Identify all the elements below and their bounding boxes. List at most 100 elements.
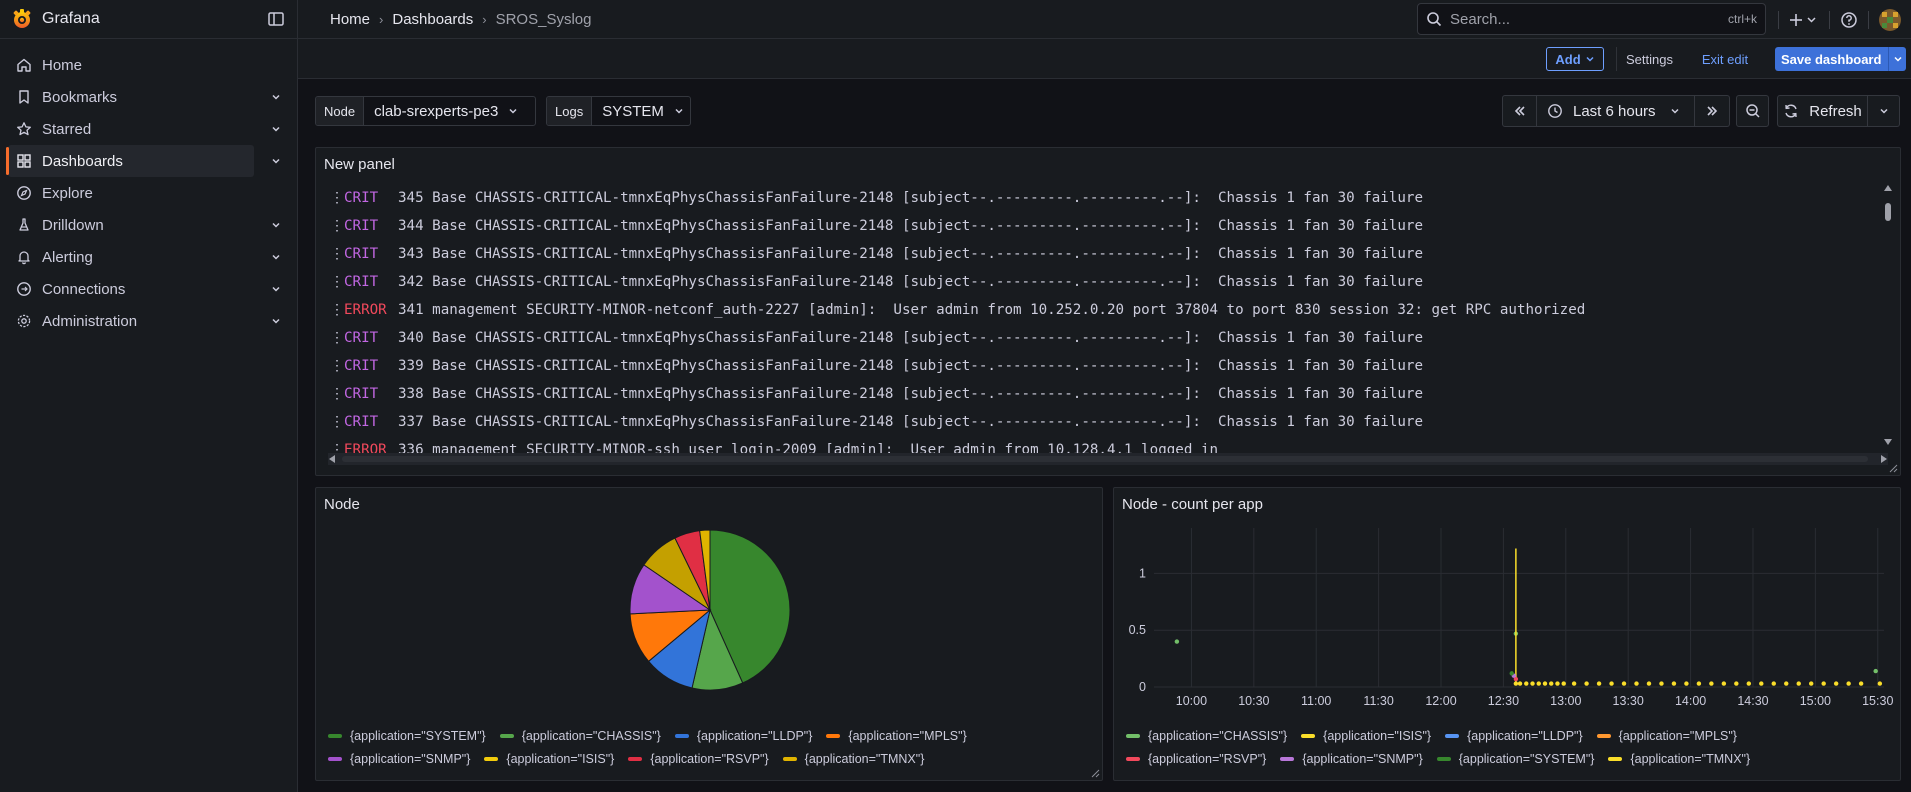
- log-row-menu-icon[interactable]: ⋮: [330, 274, 344, 290]
- avatar[interactable]: [1879, 8, 1901, 31]
- data-point[interactable]: [1646, 681, 1652, 686]
- legend-item[interactable]: {application="ISIS"}: [484, 747, 614, 770]
- chevron-down-icon[interactable]: [270, 123, 282, 135]
- data-point[interactable]: [1542, 681, 1548, 686]
- sidebar-item-bookmarks[interactable]: Bookmarks: [8, 81, 280, 113]
- legend-item[interactable]: {application="RSVP"}: [628, 747, 769, 770]
- save-dashboard-button[interactable]: Save dashboard: [1775, 47, 1906, 71]
- data-point[interactable]: [1561, 681, 1566, 686]
- data-point[interactable]: [1709, 681, 1714, 686]
- data-point[interactable]: [1549, 681, 1554, 686]
- legend-item[interactable]: {application="SYSTEM"}: [1436, 747, 1594, 770]
- data-point[interactable]: [1684, 681, 1689, 686]
- data-point[interactable]: [1517, 681, 1523, 686]
- log-line[interactable]: ⋮ CRIT 337 Base CHASSIS-CRITICAL-tmnxEqPhy…: [330, 408, 1880, 436]
- log-line[interactable]: ⋮ CRIT 338 Base CHASSIS-CRITICAL-tmnxEqPhy…: [330, 380, 1880, 408]
- data-point[interactable]: [1721, 681, 1727, 686]
- log-line[interactable]: ⋮ CRIT 344 Base CHASSIS-CRITICAL-tmnxEqPhy…: [330, 212, 1880, 240]
- data-point[interactable]: [1873, 668, 1878, 674]
- log-line[interactable]: ⋮ CRIT 343 Base CHASSIS-CRITICAL-tmnxEqPhy…: [330, 240, 1880, 268]
- chevron-down-icon[interactable]: [270, 283, 282, 295]
- log-line[interactable]: ⋮ ERROR 341 management SECURITY-MINOR-netc…: [330, 296, 1880, 324]
- data-point[interactable]: [1174, 639, 1180, 644]
- log-row-menu-icon[interactable]: ⋮: [330, 302, 344, 318]
- data-point[interactable]: [1858, 681, 1864, 686]
- data-point[interactable]: [1634, 681, 1639, 686]
- legend-item[interactable]: {application="SNMP"}: [1280, 747, 1423, 770]
- variable-logs-select[interactable]: SYSTEM: [592, 97, 690, 125]
- chevron-down-icon[interactable]: [270, 251, 282, 263]
- data-point[interactable]: [1571, 681, 1577, 686]
- data-point[interactable]: [1796, 681, 1801, 686]
- chevron-down-icon[interactable]: [1888, 47, 1906, 71]
- chevron-down-icon[interactable]: [270, 315, 282, 327]
- log-line[interactable]: ⋮ CRIT 342 Base CHASSIS-CRITICAL-tmnxEqPhy…: [330, 268, 1880, 296]
- zoom-out-button[interactable]: [1736, 95, 1769, 127]
- chevron-down-icon[interactable]: [270, 91, 282, 103]
- sidebar-item-connections[interactable]: Connections: [8, 273, 280, 305]
- variable-node-select[interactable]: clab-srexperts-pe3: [364, 97, 528, 125]
- log-row-menu-icon[interactable]: ⋮: [330, 190, 344, 206]
- legend-item[interactable]: {application="LLDP"}: [1445, 724, 1583, 747]
- legend-item[interactable]: {application="SNMP"}: [328, 747, 470, 770]
- resize-handle-icon[interactable]: [1888, 463, 1898, 473]
- time-shift-forward-button[interactable]: [1695, 95, 1730, 127]
- breadcrumb-home[interactable]: Home: [330, 11, 370, 28]
- data-point[interactable]: [1596, 681, 1602, 686]
- sidebar-item-home[interactable]: Home: [8, 49, 254, 81]
- data-point[interactable]: [1833, 681, 1839, 686]
- log-line[interactable]: ⋮ CRIT 340 Base CHASSIS-CRITICAL-tmnxEqPhy…: [330, 324, 1880, 352]
- data-point[interactable]: [1513, 681, 1519, 686]
- breadcrumb-dashboards[interactable]: Dashboards: [392, 11, 473, 28]
- log-row-menu-icon[interactable]: ⋮: [330, 218, 344, 234]
- legend-item[interactable]: {application="LLDP"}: [674, 724, 812, 747]
- add-button[interactable]: Add: [1546, 47, 1604, 71]
- legend-item[interactable]: {application="TMNX"}: [1608, 747, 1750, 770]
- data-point[interactable]: [1846, 681, 1851, 686]
- data-point[interactable]: [1609, 681, 1614, 686]
- log-line[interactable]: ⋮ CRIT 345 Base CHASSIS-CRITICAL-tmnxEqPhy…: [330, 184, 1880, 212]
- sidebar-item-alerting[interactable]: Alerting: [8, 241, 280, 273]
- log-row-menu-icon[interactable]: ⋮: [330, 246, 344, 262]
- data-point[interactable]: [1659, 681, 1664, 686]
- vertical-scrollbar[interactable]: [1882, 184, 1894, 446]
- legend-item[interactable]: {application="CHASSIS"}: [499, 724, 661, 747]
- log-row-menu-icon[interactable]: ⋮: [330, 358, 344, 374]
- search-input[interactable]: Search... ctrl+k: [1417, 3, 1766, 35]
- data-point[interactable]: [1809, 681, 1814, 686]
- refresh-button[interactable]: Refresh: [1777, 95, 1868, 127]
- data-point[interactable]: [1555, 681, 1560, 686]
- sidebar-item-starred[interactable]: Starred: [8, 113, 280, 145]
- chevron-down-icon[interactable]: [270, 219, 282, 231]
- dock-menu-icon[interactable]: [267, 10, 285, 28]
- legend-item[interactable]: {application="MPLS"}: [1596, 724, 1737, 747]
- new-plus-icon[interactable]: [1789, 11, 1819, 29]
- legend-item[interactable]: {application="ISIS"}: [1301, 724, 1431, 747]
- data-point[interactable]: [1877, 681, 1883, 686]
- resize-handle-icon[interactable]: [1090, 768, 1100, 778]
- time-shift-back-button[interactable]: [1502, 95, 1537, 127]
- log-row-menu-icon[interactable]: ⋮: [330, 386, 344, 402]
- help-icon[interactable]: [1840, 11, 1858, 29]
- data-point[interactable]: [1771, 681, 1776, 686]
- log-line[interactable]: ⋮ CRIT 339 Base CHASSIS-CRITICAL-tmnxEqPhy…: [330, 352, 1880, 380]
- sidebar-item-explore[interactable]: Explore: [8, 177, 254, 209]
- data-point[interactable]: [1746, 681, 1752, 686]
- horizontal-scrollbar[interactable]: [328, 453, 1888, 465]
- sidebar-item-administration[interactable]: Administration: [8, 305, 280, 337]
- legend-item[interactable]: {application="TMNX"}: [782, 747, 924, 770]
- data-point[interactable]: [1584, 681, 1589, 686]
- data-point[interactable]: [1734, 681, 1739, 686]
- pie-chart-panel[interactable]: Node {application="SYSTEM"} {application=…: [315, 487, 1103, 781]
- data-point[interactable]: [1621, 681, 1627, 686]
- data-point[interactable]: [1759, 681, 1764, 686]
- data-point[interactable]: [1536, 681, 1541, 686]
- sidebar-item-dashboards[interactable]: Dashboards: [6, 145, 280, 177]
- refresh-interval-picker[interactable]: [1868, 95, 1900, 127]
- timeseries-panel[interactable]: Node - count per app 10:00 10:30 11:00 11:3…: [1113, 487, 1901, 781]
- legend-item[interactable]: {application="MPLS"}: [826, 724, 967, 747]
- data-point[interactable]: [1530, 681, 1535, 686]
- grafana-logo-icon[interactable]: [11, 8, 33, 30]
- legend-item[interactable]: {application="RSVP"}: [1126, 747, 1266, 770]
- exit-edit-button[interactable]: Exit edit: [1694, 47, 1756, 71]
